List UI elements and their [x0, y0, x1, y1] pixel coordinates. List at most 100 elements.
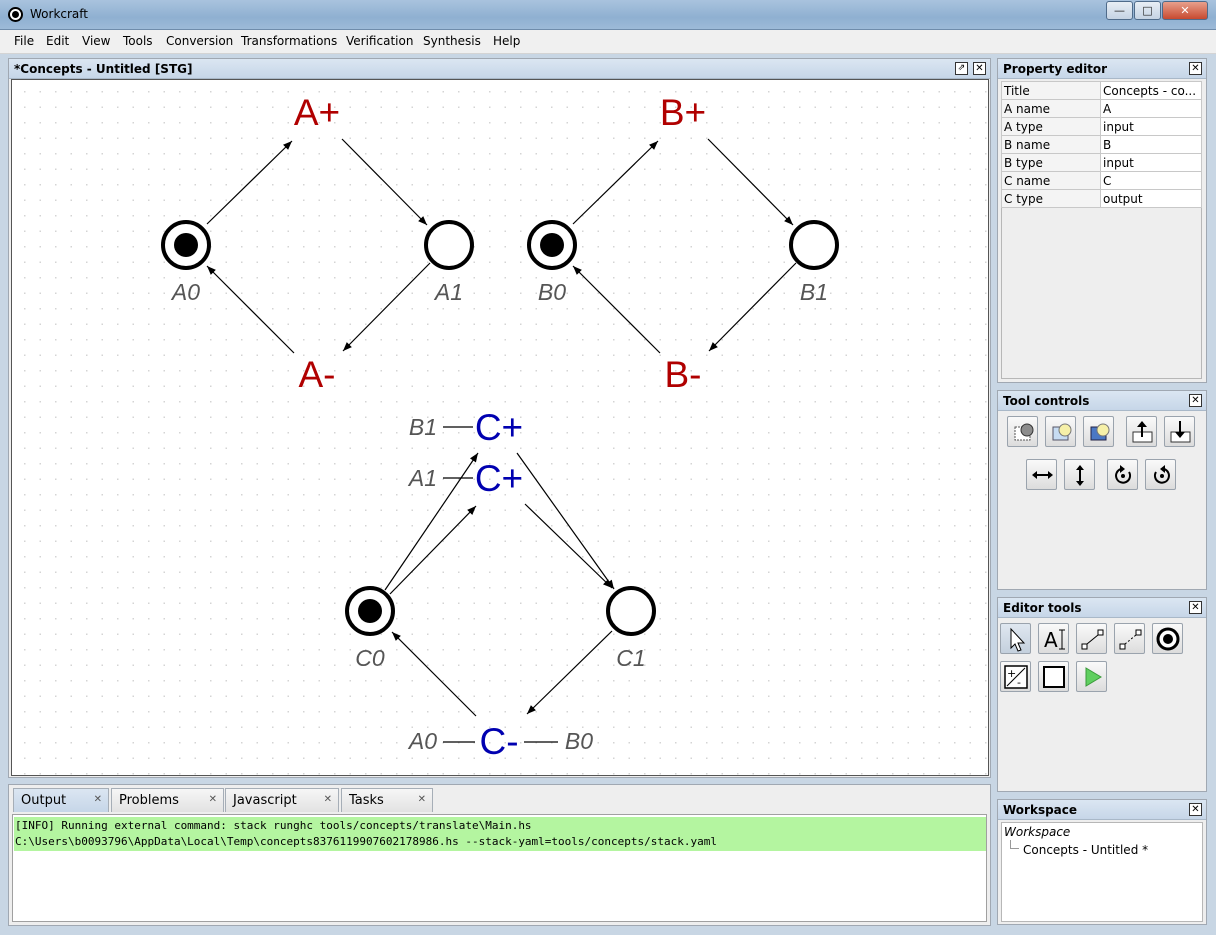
menu-file[interactable]: File	[14, 34, 34, 48]
close-tab-icon[interactable]: ✕	[209, 794, 217, 805]
menu-conversion[interactable]: Conversion	[166, 34, 233, 48]
workspace-panel: Workspace ✕ Workspace Concepts - Untitle…	[997, 799, 1207, 925]
property-key: B type	[1001, 153, 1101, 172]
editor-tools-header: Editor tools ✕	[998, 598, 1206, 618]
transition-b-plus[interactable]: B+	[660, 92, 706, 133]
tab-problems[interactable]: Problems ✕	[111, 788, 224, 812]
rotate-clockwise-icon[interactable]	[1107, 459, 1138, 490]
float-window-icon[interactable]: ⇗	[955, 62, 968, 75]
transition-a-minus[interactable]: A-	[299, 354, 336, 395]
menu-tools[interactable]: Tools	[123, 34, 153, 48]
move-up-icon[interactable]	[1126, 416, 1157, 447]
property-row[interactable]: Title Concepts - co...	[1001, 81, 1202, 100]
output-console[interactable]: [INFO] Running external command: stack r…	[12, 814, 987, 922]
close-editor-tools-button[interactable]: ✕	[1189, 601, 1202, 614]
tab-output[interactable]: Output ✕	[13, 788, 109, 812]
place-c1[interactable]	[606, 586, 656, 636]
close-tool-controls-button[interactable]: ✕	[1189, 394, 1202, 407]
select-inverse-icon[interactable]	[1083, 416, 1114, 447]
property-key: A name	[1001, 99, 1101, 118]
read-arc-tool-icon[interactable]	[1114, 623, 1145, 654]
arc-cplus2-c1[interactable]	[524, 503, 613, 589]
property-value[interactable]: output	[1100, 189, 1202, 208]
simulation-tool-icon[interactable]	[1076, 661, 1107, 692]
rotate-counterclockwise-icon[interactable]	[1145, 459, 1176, 490]
flip-horizontal-icon[interactable]	[1026, 459, 1057, 490]
arc-bminus-b0[interactable]	[572, 265, 661, 354]
close-editor-button[interactable]: ✕	[973, 62, 986, 75]
place-tool-icon[interactable]	[1152, 623, 1183, 654]
arc-b0-bplus[interactable]	[572, 140, 659, 225]
tab-output-label: Output	[21, 793, 67, 808]
arc-aplus-a1[interactable]	[341, 138, 428, 226]
text-tool-icon[interactable]: A	[1038, 623, 1069, 654]
stg-diagram: A+ A- B+ B- C+ C+ C- A0 A1 B0 B1 C0 C1 B…	[161, 92, 839, 762]
transition-a-plus[interactable]: A+	[294, 92, 340, 133]
place-a1[interactable]	[424, 220, 474, 270]
dummy-transition-tool-icon[interactable]	[1038, 661, 1069, 692]
property-value[interactable]: C	[1100, 171, 1202, 190]
property-row[interactable]: A name A	[1001, 99, 1202, 118]
property-row[interactable]: C name C	[1001, 171, 1202, 190]
property-value[interactable]: Concepts - co...	[1100, 81, 1202, 100]
tab-javascript[interactable]: Javascript ✕	[225, 788, 339, 812]
close-tab-icon[interactable]: ✕	[324, 794, 332, 805]
property-row[interactable]: A type input	[1001, 117, 1202, 136]
select-all-icon[interactable]	[1007, 416, 1038, 447]
property-value[interactable]: input	[1100, 153, 1202, 172]
maximize-button[interactable]: □	[1134, 1, 1161, 20]
tab-javascript-label: Javascript	[233, 793, 297, 808]
arc-a0-aplus[interactable]	[206, 140, 293, 225]
transition-c-minus[interactable]: C-	[479, 721, 518, 762]
stg-canvas[interactable]: A+ A- B+ B- C+ C+ C- A0 A1 B0 B1 C0 C1 B…	[11, 79, 989, 776]
property-key: C name	[1001, 171, 1101, 190]
arc-a1-aminus[interactable]	[342, 262, 431, 352]
move-down-icon[interactable]	[1164, 416, 1195, 447]
place-label-b1: B1	[800, 279, 828, 305]
arc-c1-cminus[interactable]	[526, 630, 613, 715]
transition-c-plus-1[interactable]: C+	[475, 407, 523, 448]
property-value[interactable]: A	[1100, 99, 1202, 118]
close-window-button[interactable]: ✕	[1162, 1, 1208, 20]
tool-controls-header: Tool controls ✕	[998, 391, 1206, 411]
place-b1[interactable]	[789, 220, 839, 270]
menu-transformations[interactable]: Transformations	[241, 34, 337, 48]
transition-b-minus[interactable]: B-	[665, 354, 702, 395]
arc-b1-bminus[interactable]	[708, 262, 797, 352]
property-row[interactable]: B name B	[1001, 135, 1202, 154]
property-editor-header: Property editor ✕	[998, 59, 1206, 79]
workspace-item[interactable]: Concepts - Untitled *	[1023, 843, 1148, 857]
arc-cplus1-c1[interactable]	[516, 452, 615, 590]
token-c0	[358, 599, 382, 623]
menu-help[interactable]: Help	[493, 34, 520, 48]
flip-vertical-icon[interactable]	[1064, 459, 1095, 490]
menu-view[interactable]: View	[82, 34, 110, 48]
property-key: A type	[1001, 117, 1101, 136]
arc-aminus-a0[interactable]	[206, 265, 295, 354]
close-tab-icon[interactable]: ✕	[94, 794, 102, 805]
workspace-header: Workspace ✕	[998, 800, 1206, 820]
tab-tasks[interactable]: Tasks ✕	[341, 788, 433, 812]
property-value[interactable]: input	[1100, 117, 1202, 136]
arc-bplus-b1[interactable]	[707, 138, 794, 226]
arc-cminus-c0[interactable]	[391, 631, 477, 717]
transition-c-plus-2[interactable]: C+	[475, 458, 523, 499]
property-row[interactable]: C type output	[1001, 189, 1202, 208]
close-property-editor-button[interactable]: ✕	[1189, 62, 1202, 75]
read-label-b0: B0	[565, 728, 593, 754]
signal-transition-tool-icon[interactable]: + -	[1000, 661, 1031, 692]
workspace-title: Workspace	[1003, 803, 1078, 817]
connect-tool-icon[interactable]	[1076, 623, 1107, 654]
menu-verification[interactable]: Verification	[346, 34, 413, 48]
close-workspace-button[interactable]: ✕	[1189, 803, 1202, 816]
select-none-icon[interactable]	[1045, 416, 1076, 447]
menu-synthesis[interactable]: Synthesis	[423, 34, 481, 48]
workspace-root[interactable]: Workspace	[1004, 825, 1070, 839]
menu-edit[interactable]: Edit	[46, 34, 69, 48]
read-label-a1: A1	[407, 465, 437, 491]
selection-tool-icon[interactable]	[1000, 623, 1031, 654]
minimize-button[interactable]: —	[1106, 1, 1133, 20]
close-tab-icon[interactable]: ✕	[418, 794, 426, 805]
property-value[interactable]: B	[1100, 135, 1202, 154]
property-row[interactable]: B type input	[1001, 153, 1202, 172]
